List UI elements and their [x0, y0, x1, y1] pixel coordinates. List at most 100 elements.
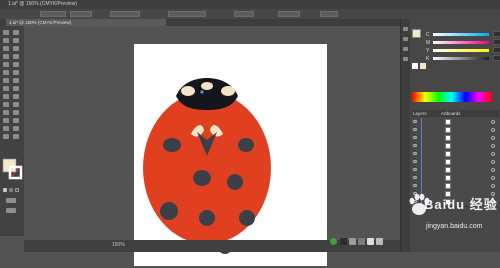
ladybug-spot[interactable]	[193, 170, 211, 186]
eye-icon[interactable]	[413, 128, 417, 131]
document-tab[interactable]: 1.ai* @ 150% (CMYK/Preview)	[6, 19, 166, 26]
symbol-sprayer-tool-icon[interactable]	[3, 110, 9, 115]
eyedropper-tool-icon[interactable]	[3, 102, 9, 107]
lasso-tool-icon[interactable]	[13, 38, 19, 43]
scissors-tool-icon[interactable]	[13, 126, 19, 131]
stroke-control[interactable]	[70, 11, 92, 17]
eye-icon[interactable]	[413, 184, 417, 187]
paintbrush-tool-icon[interactable]	[3, 62, 9, 67]
slider-value-field[interactable]	[493, 31, 500, 37]
zoom-tool-icon[interactable]	[13, 134, 19, 139]
width-tool-icon[interactable]	[3, 78, 9, 83]
line-tool-icon[interactable]	[3, 54, 9, 59]
target-icon[interactable]	[491, 152, 495, 156]
ladybug-eye-left[interactable]	[181, 86, 195, 96]
draw-mode-icon[interactable]	[6, 198, 16, 203]
eraser-tool-icon[interactable]	[3, 126, 9, 131]
rectangle-tool-icon[interactable]	[13, 54, 19, 59]
target-icon[interactable]	[491, 136, 495, 140]
color-slider-m[interactable]: M	[426, 39, 500, 46]
color-slider-k[interactable]: K	[426, 55, 500, 62]
slider-track[interactable]	[433, 57, 489, 60]
ladybug-artwork[interactable]	[134, 44, 327, 266]
none-mode-icon[interactable]	[15, 188, 19, 192]
brushes-panel-icon[interactable]	[403, 47, 408, 51]
ladybug-spot[interactable]	[160, 202, 178, 220]
target-icon[interactable]	[491, 184, 495, 188]
target-icon[interactable]	[491, 128, 495, 132]
panel-white-swatch[interactable]	[412, 63, 418, 69]
target-icon[interactable]	[491, 168, 495, 172]
color-panel-icon[interactable]	[403, 27, 408, 31]
chinese-input-icon[interactable]	[340, 238, 347, 245]
gradient-mode-icon[interactable]	[9, 188, 13, 192]
target-icon[interactable]	[491, 176, 495, 180]
ladybug-spot[interactable]	[239, 210, 255, 226]
ladybug-spot[interactable]	[238, 138, 254, 152]
column-graph-tool-icon[interactable]	[13, 110, 19, 115]
tshirt-icon[interactable]	[367, 238, 374, 245]
brush-definition-control[interactable]	[168, 11, 206, 17]
color-mode-icon[interactable]	[3, 188, 7, 192]
selection-tool-icon[interactable]	[3, 30, 9, 35]
style-control[interactable]	[278, 11, 300, 17]
free-transform-tool-icon[interactable]	[13, 78, 19, 83]
shape-builder-tool-icon[interactable]	[3, 86, 9, 91]
ladybug-spot[interactable]	[163, 138, 181, 152]
anchor-point-marker[interactable]	[200, 90, 204, 94]
eye-icon[interactable]	[413, 168, 417, 171]
fill-stroke-swatches[interactable]	[2, 158, 24, 184]
eye-icon[interactable]	[413, 160, 417, 163]
settings-icon[interactable]	[376, 238, 383, 245]
swatches-panel-icon[interactable]	[403, 37, 408, 41]
keyboard-icon[interactable]	[358, 238, 365, 245]
color-slider-y[interactable]: Y	[426, 47, 500, 54]
slider-track[interactable]	[433, 49, 489, 52]
screen-mode-icon[interactable]	[6, 208, 16, 213]
eye-icon[interactable]	[413, 136, 417, 139]
target-icon[interactable]	[491, 120, 495, 124]
eye-icon[interactable]	[413, 144, 417, 147]
ladybug-eye-right[interactable]	[221, 86, 235, 96]
fill-control[interactable]	[40, 11, 66, 17]
slider-value-field[interactable]	[493, 39, 500, 45]
app-icon[interactable]	[330, 238, 337, 245]
align-control[interactable]	[320, 11, 338, 17]
ladybug-spot[interactable]	[227, 174, 243, 190]
artboard[interactable]	[134, 44, 327, 266]
ladybug-antenna-base[interactable]	[201, 82, 213, 90]
pencil-tool-icon[interactable]	[13, 62, 19, 67]
artboard-tool-icon[interactable]	[3, 118, 9, 123]
gradient-tool-icon[interactable]	[13, 94, 19, 99]
blend-tool-icon[interactable]	[13, 102, 19, 107]
eye-icon[interactable]	[413, 176, 417, 179]
eye-icon[interactable]	[413, 152, 417, 155]
eye-icon[interactable]	[413, 120, 417, 123]
magic-wand-tool-icon[interactable]	[3, 38, 9, 43]
hand-tool-icon[interactable]	[3, 134, 9, 139]
direct-selection-tool-icon[interactable]	[13, 30, 19, 35]
color-slider-c[interactable]: C	[426, 31, 500, 38]
scale-tool-icon[interactable]	[13, 70, 19, 75]
ladybug-spot[interactable]	[199, 210, 215, 226]
perspective-grid-tool-icon[interactable]	[13, 86, 19, 91]
variable-width-control[interactable]	[110, 11, 140, 17]
panel-fill-swatch[interactable]	[412, 29, 421, 38]
canvas-area[interactable]	[24, 26, 400, 266]
color-spectrum-bar[interactable]	[412, 92, 492, 102]
type-tool-icon[interactable]	[13, 46, 19, 51]
opacity-control[interactable]	[234, 11, 254, 17]
mesh-tool-icon[interactable]	[3, 94, 9, 99]
slider-track[interactable]	[433, 33, 489, 36]
slider-track[interactable]	[433, 41, 489, 44]
slider-value-field[interactable]	[493, 55, 500, 61]
slice-tool-icon[interactable]	[13, 118, 19, 123]
moon-icon[interactable]	[349, 238, 356, 245]
slider-value-field[interactable]	[493, 47, 500, 53]
pen-tool-icon[interactable]	[3, 46, 9, 51]
tab-artboards[interactable]: Artboards	[441, 111, 461, 116]
panel-cream-swatch[interactable]	[420, 63, 426, 69]
tab-layers[interactable]: Layers	[413, 111, 427, 116]
target-icon[interactable]	[491, 144, 495, 148]
symbols-panel-icon[interactable]	[403, 57, 408, 61]
